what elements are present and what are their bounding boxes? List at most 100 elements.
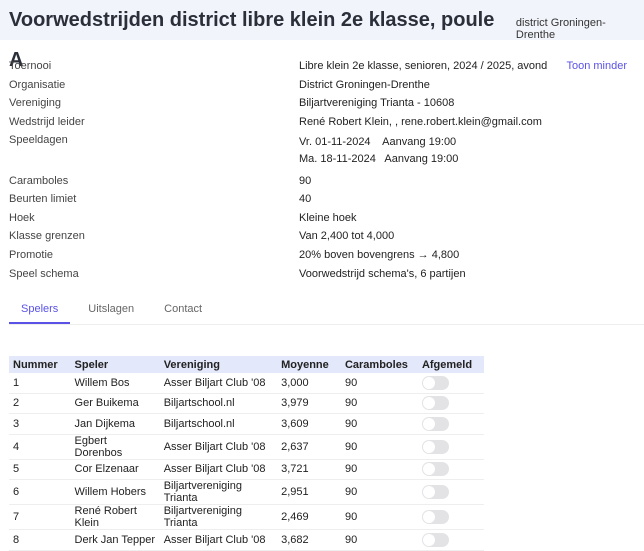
table-cell: 90 xyxy=(340,373,418,394)
table-cell: Cor Elzenaar xyxy=(70,459,160,480)
info-value: Biljartvereniging Trianta - 10608 xyxy=(299,97,455,110)
table-cell: Willem Bos xyxy=(70,373,160,394)
info-label: Beurten limiet xyxy=(9,193,77,206)
table-cell: Asser Biljart Club '08 xyxy=(159,373,278,394)
table-cell: Willem Hobers xyxy=(70,479,160,505)
info-value: Vr. 01-11-2024 Aanvang 19:00 xyxy=(299,136,457,149)
players-table: Nummer Speler Vereniging Moyenne Caramboles A… xyxy=(9,356,484,551)
table-cell: 3,979 xyxy=(277,393,341,414)
table-cell: 2,637 xyxy=(277,434,341,460)
table-cell: 3,682 xyxy=(277,529,341,551)
info-label: Hoek xyxy=(9,211,35,224)
table-cell: 3 xyxy=(9,413,71,435)
afgemeld-cell xyxy=(417,413,484,435)
afgemeld-toggle[interactable] xyxy=(421,375,449,390)
table-cell: 90 xyxy=(340,529,418,551)
table-cell: 6 xyxy=(9,479,71,505)
afgemeld-cell xyxy=(417,529,484,551)
info-label: Klasse grenzen xyxy=(9,230,85,243)
tab-uitslagen[interactable]: Uitslagen xyxy=(76,299,146,324)
table-cell: René Robert Klein xyxy=(70,504,160,530)
info-value: Ma. 18-11-2024 Aanvang 19:00 xyxy=(299,153,459,166)
afgemeld-cell xyxy=(417,504,484,530)
info-label: Promotie xyxy=(9,249,54,262)
info-value: 90 xyxy=(299,174,312,187)
info-label: Toernooi xyxy=(9,60,52,73)
table-cell: 8 xyxy=(9,529,71,551)
table-row: 1 Willem Bos Asser Biljart Club '08 3,000 90 xyxy=(9,373,484,394)
info-row: Hoek Kleine hoek xyxy=(9,209,639,228)
toon-minder-link[interactable]: Toon minder xyxy=(566,57,627,75)
page-subtitle: district Groningen-Drenthe xyxy=(515,17,606,41)
table-cell: Egbert Dorenbos xyxy=(70,434,160,460)
info-label: Speeldagen xyxy=(9,134,68,147)
info-row: Vereniging Biljartvereniging Trianta - 10… xyxy=(9,94,639,113)
afgemeld-cell xyxy=(417,459,484,480)
table-cell: 7 xyxy=(9,504,71,530)
afgemeld-toggle[interactable] xyxy=(421,510,449,524)
table-cell: 90 xyxy=(340,479,418,505)
column-header: Afgemeld xyxy=(417,356,484,373)
table-cell: Biljartvereniging Trianta xyxy=(159,479,278,505)
afgemeld-toggle[interactable] xyxy=(421,462,449,477)
info-row: Caramboles 90 xyxy=(9,171,639,190)
tab-spelers[interactable]: Spelers xyxy=(9,299,71,324)
table-cell: Jan Dijkema xyxy=(70,413,160,435)
afgemeld-cell xyxy=(417,393,484,414)
table-cell: Asser Biljart Club '08 xyxy=(159,529,278,551)
afgemeld-cell xyxy=(417,434,484,460)
page-header: Voorwedstrijden district libre klein 2e … xyxy=(0,0,644,71)
table-cell: 90 xyxy=(340,434,418,460)
afgemeld-toggle[interactable] xyxy=(421,416,449,431)
info-value: Voorwedstrijd schema's, 6 partijen xyxy=(299,267,466,280)
table-row: 2 Ger Buikema Biljartschool.nl 3,979 90 xyxy=(9,393,484,414)
table-cell: 90 xyxy=(340,413,418,435)
info-value: Van 2,400 tot 4,000 xyxy=(299,230,395,243)
info-label: Wedstrijd leider xyxy=(9,116,85,129)
info-row: Organisatie District Groningen-Drenthe xyxy=(9,76,639,95)
column-header: Vereniging xyxy=(159,356,278,373)
info-row: Promotie 20% boven bovengrens → 4,800 xyxy=(9,246,639,265)
table-row: 8 Derk Jan Tepper Asser Biljart Club '08 3,… xyxy=(9,529,484,551)
info-label: Caramboles xyxy=(9,174,69,187)
table-cell: 4 xyxy=(9,434,71,460)
table-cell: 1 xyxy=(9,373,71,394)
table-cell: 2 xyxy=(9,393,71,414)
table-cell: 2,469 xyxy=(277,504,341,530)
table-cell: Biljartvereniging Trianta xyxy=(159,504,278,530)
info-row: Beurten limiet 40 xyxy=(9,190,639,209)
info-row: Speel schema Voorwedstrijd schema's, 6 pa… xyxy=(9,264,639,283)
table-row: 5 Cor Elzenaar Asser Biljart Club '08 3,721… xyxy=(9,459,484,480)
table-row: 3 Jan Dijkema Biljartschool.nl 3,609 90 xyxy=(9,413,484,435)
info-row: Toernooi Libre klein 2e klasse, senioren,… xyxy=(9,57,639,76)
table-row: 6 Willem Hobers Biljartvereniging Trianta 2… xyxy=(9,479,484,505)
table-cell: 90 xyxy=(340,393,418,414)
table-cell: Biljartschool.nl xyxy=(159,393,278,414)
table-cell: 3,000 xyxy=(277,373,341,394)
table-cell: 3,609 xyxy=(277,413,341,435)
info-value: District Groningen-Drenthe xyxy=(299,78,430,91)
table-cell: 3,721 xyxy=(277,459,341,480)
tab-bar: Spelers Uitslagen Contact xyxy=(9,299,644,325)
info-value: René Robert Klein, , rene.robert.klein@g… xyxy=(299,116,542,129)
info-value: 40 xyxy=(299,193,312,206)
afgemeld-toggle[interactable] xyxy=(421,485,449,499)
table-cell: Biljartschool.nl xyxy=(159,413,278,435)
table-cell: 5 xyxy=(9,459,71,480)
table-cell: 2,951 xyxy=(277,479,341,505)
tab-contact[interactable]: Contact xyxy=(152,299,214,324)
afgemeld-toggle[interactable] xyxy=(421,439,449,454)
afgemeld-toggle[interactable] xyxy=(421,396,449,411)
info-value: 20% boven bovengrens → 4,800 xyxy=(299,249,460,262)
table-row: 4 Egbert Dorenbos Asser Biljart Club '08 2,… xyxy=(9,434,484,460)
table-cell: Ger Buikema xyxy=(70,393,160,414)
info-label: Vereniging xyxy=(9,97,61,110)
table-cell: 90 xyxy=(340,459,418,480)
afgemeld-cell xyxy=(417,479,484,505)
column-header: Nummer xyxy=(9,356,71,373)
info-value: Kleine hoek xyxy=(299,211,357,224)
column-header: Speler xyxy=(70,356,160,373)
table-row: 7 René Robert Klein Biljartvereniging Tria… xyxy=(9,504,484,530)
column-header: Caramboles xyxy=(340,356,418,373)
info-label: Organisatie xyxy=(9,78,66,91)
